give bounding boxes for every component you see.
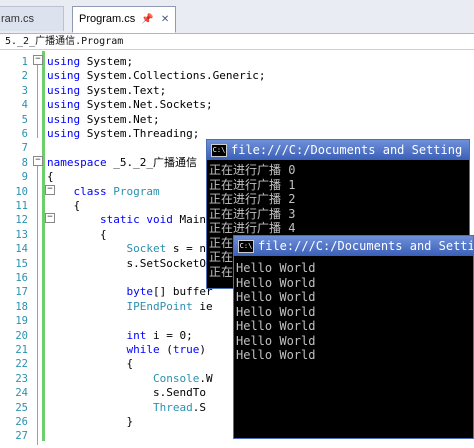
line-number: 13 [15,228,28,241]
code-text: { [47,227,107,241]
line-number: 27 [15,430,28,443]
code-text: Socket s = ne [126,242,213,256]
console-line: Hello World [236,290,316,304]
close-icon[interactable]: ✕ [161,7,169,32]
line-number: 15 [15,257,28,270]
code-text: class Program [73,184,160,198]
code-text: using System.Net; [47,112,160,126]
line-number: 23 [15,372,28,385]
line-number: 20 [15,329,28,342]
code-text: s.SetSocketOp [47,256,213,270]
line-number: 3 [21,84,28,97]
line-number: 18 [15,300,28,313]
console-line: 正在进行广播 0 [209,163,296,177]
line-number: 25 [15,401,28,414]
console-output: Hello World Hello World Hello World Hello W… [236,257,471,438]
line-number: 24 [15,387,28,400]
tab-label: ram.cs [1,13,34,25]
line-number: 4 [21,99,28,112]
code-text: byte[] buffer [126,285,213,299]
console-line: 正在进行广播 3 [209,206,296,221]
console-line: 正在进行广播 4 [209,221,296,235]
code-text: { [47,357,134,371]
code-line[interactable]: 4 using System.Net.Sockets; [0,98,474,112]
console-title-bar[interactable]: C:\ file:///C:/Documents and Setting [207,140,469,160]
line-number: 2 [21,70,28,83]
console-title: file:///C:/Documents and Setting [231,143,463,157]
line-number: 22 [15,358,28,371]
console-icon: C:\ [211,144,227,157]
code-text: using System; [47,55,134,68]
document-tab-strip: ram.cs Program.cs 📌 ✕ [0,0,474,34]
line-number: 17 [15,286,28,299]
tab-program-cs[interactable]: Program.cs 📌 ✕ [72,6,176,33]
console-title-bar[interactable]: C:\ file:///C:/Documents and Setti [234,236,473,256]
code-text: using System.Threading; [47,127,200,140]
code-text: IPEndPoint ie [126,299,213,313]
console-line: 正在进行广播 1 [209,177,296,192]
line-number: 9 [21,171,28,184]
code-text: using System.Net.Sockets; [47,98,213,112]
tab-label: Program.cs [79,13,136,25]
line-number: 12 [15,214,28,227]
line-number: 14 [15,243,28,256]
type-path: 5._2_广播通信.Program [5,36,124,47]
console-line: Hello World [236,304,316,319]
code-text: Thread.S [152,400,206,414]
code-text: } [47,415,134,428]
console-title: file:///C:/Documents and Setti [258,239,473,253]
pin-icon[interactable]: 📌 [141,7,153,32]
line-number: 16 [15,272,28,284]
code-text: static void Main [99,213,206,227]
line-number: 21 [15,344,28,356]
code-text: while (true) [126,343,206,356]
line-number: 1 [21,56,28,68]
console-icon: C:\ [238,240,254,253]
code-line[interactable]: 5 using System.Net; [0,113,474,127]
code-text: using System.Text; [47,83,167,97]
line-number: 8 [21,156,28,169]
code-text: s.SendTo [47,386,206,400]
navigation-bar[interactable]: 5._2_广播通信.Program [0,34,474,50]
code-line[interactable]: 1 using System; [0,55,474,69]
code-text: namespace _5._2_广播通信 [47,155,197,169]
line-number: 10 [15,185,28,198]
line-number: 11 [15,200,28,212]
line-number: 5 [21,113,28,126]
code-text: int i = 0; [126,328,193,342]
console-line: 正在进行广播 2 [209,192,296,206]
line-number: 19 [15,315,28,328]
console-line: Hello World [236,261,316,275]
ide-screenshot: ram.cs Program.cs 📌 ✕ 5._2_广播通信.Program … [0,0,474,448]
console-window-receive[interactable]: C:\ file:///C:/Documents and Setti Hello… [233,235,474,439]
console-line: Hello World [236,319,316,333]
line-number: 7 [21,142,28,155]
code-text: Console.W [152,371,213,385]
console-line: Hello World [236,275,316,290]
code-line[interactable]: 3 using System.Text; [0,84,474,98]
tab-inactive-file[interactable]: ram.cs [0,6,64,31]
line-number: 26 [15,416,28,428]
console-line: Hello World [236,333,316,348]
code-text: { [47,199,81,212]
code-text: using System.Collections.Generic; [47,69,266,83]
code-text: { [47,170,54,184]
code-line[interactable]: 2 using System.Collections.Generic; [0,69,474,83]
line-number: 6 [21,128,28,140]
console-line: Hello World [236,348,316,362]
